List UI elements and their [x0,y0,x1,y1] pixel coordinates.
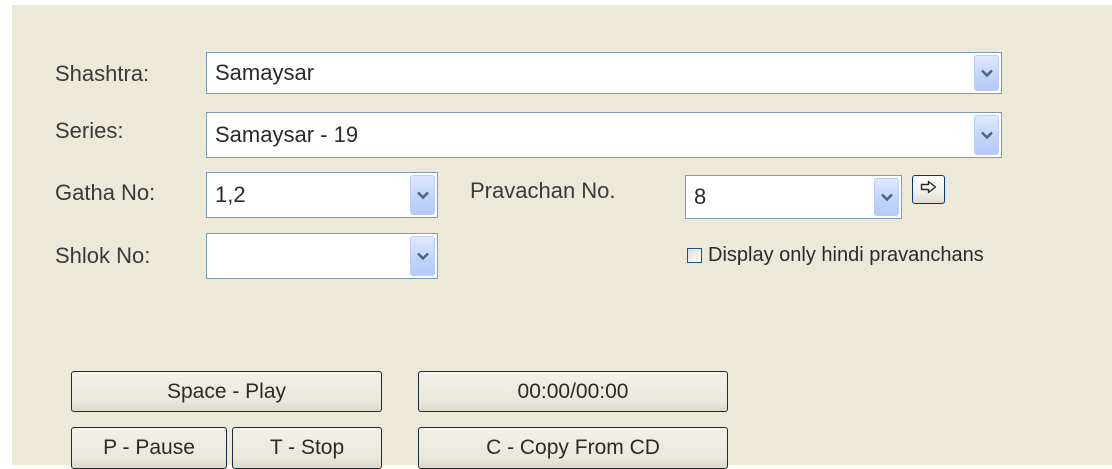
chevron-down-icon[interactable] [974,55,999,91]
series-value: Samaysar - 19 [215,122,359,147]
gatha-label: Gatha No: [55,180,156,205]
play-button[interactable]: Space - Play [71,371,382,412]
pause-button[interactable]: P - Pause [71,427,227,469]
shlok-label: Shlok No: [55,243,151,268]
pravachan-value: 8 [694,184,707,209]
pravachan-label: Pravachan No. [470,178,616,203]
series-dropdown[interactable]: Samaysar - 19 [206,112,1002,158]
stop-button[interactable]: T - Stop [232,427,382,469]
chevron-down-icon[interactable] [410,236,435,276]
chevron-down-icon[interactable] [410,175,435,215]
shashtra-dropdown[interactable]: Samaysar [206,52,1002,94]
go-button[interactable] [912,175,945,204]
shashtra-label: Shashtra: [55,61,150,86]
pravachan-dropdown[interactable]: 8 [685,175,902,219]
series-label: Series: [55,118,124,143]
right-arrow-icon [920,180,938,199]
chevron-down-icon[interactable] [974,115,999,155]
shlok-dropdown[interactable] [206,233,438,279]
gatha-value: 1,2 [215,182,246,207]
shashtra-value: Samaysar [215,60,315,85]
gatha-dropdown[interactable]: 1,2 [206,172,438,218]
chevron-down-icon[interactable] [874,178,899,216]
hindi-only-checkbox[interactable] [687,248,702,263]
copy-from-cd-button[interactable]: C - Copy From CD [418,427,728,469]
time-display: 00:00/00:00 [418,371,728,412]
hindi-only-label[interactable]: Display only hindi pravanchans [708,245,984,265]
